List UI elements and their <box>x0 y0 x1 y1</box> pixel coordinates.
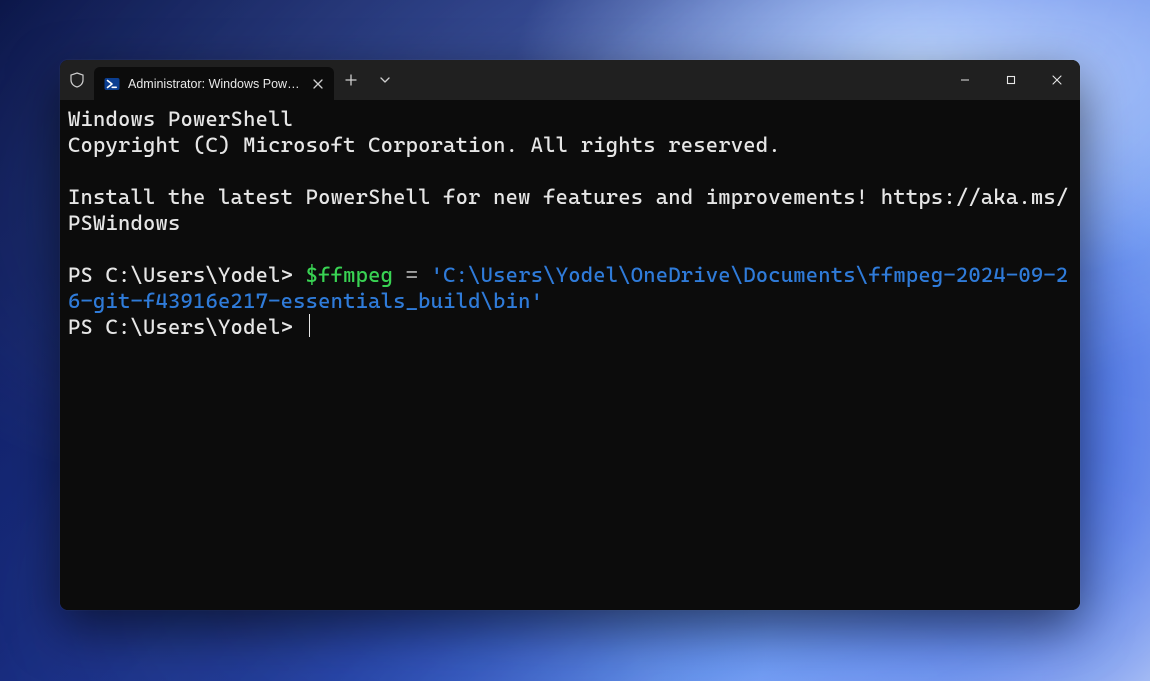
ps-operator: = <box>393 263 431 287</box>
shield-icon <box>69 72 85 88</box>
minimize-button[interactable] <box>942 60 988 100</box>
terminal-window: Administrator: Windows PowerShell <box>60 60 1080 610</box>
prompt: PS C:\Users\Yodel> <box>68 263 306 287</box>
prompt: PS C:\Users\Yodel> <box>68 315 306 339</box>
install-message: Install the latest PowerShell for new fe… <box>68 184 1072 236</box>
close-icon <box>313 79 323 89</box>
window-close-button[interactable] <box>1034 60 1080 100</box>
blank-line <box>68 236 1072 262</box>
maximize-button[interactable] <box>988 60 1034 100</box>
new-tab-button[interactable] <box>334 60 368 100</box>
titlebar[interactable]: Administrator: Windows PowerShell <box>60 60 1080 100</box>
cursor <box>309 314 311 337</box>
tab-powershell[interactable]: Administrator: Windows PowerShell <box>94 67 334 100</box>
chevron-down-icon <box>380 75 390 85</box>
banner-line-1: Windows PowerShell <box>68 106 1072 132</box>
terminal-body[interactable]: Windows PowerShell Copyright (C) Microso… <box>60 100 1080 610</box>
blank-line <box>68 158 1072 184</box>
command-line-2: PS C:\Users\Yodel> <box>68 314 1072 340</box>
ps-variable: $ffmpeg <box>306 263 394 287</box>
minimize-icon <box>960 75 970 85</box>
banner-line-2: Copyright (C) Microsoft Corporation. All… <box>68 132 1072 158</box>
admin-shield-icon <box>60 60 94 100</box>
close-icon <box>1052 75 1062 85</box>
tab-title: Administrator: Windows PowerShell <box>128 77 302 91</box>
maximize-icon <box>1006 75 1016 85</box>
plus-icon <box>345 74 357 86</box>
tab-close-button[interactable] <box>310 75 326 93</box>
powershell-icon <box>104 76 120 92</box>
tab-dropdown-button[interactable] <box>368 60 402 100</box>
command-line-1: PS C:\Users\Yodel> $ffmpeg = 'C:\Users\Y… <box>68 262 1072 314</box>
titlebar-drag-area[interactable] <box>402 60 942 100</box>
